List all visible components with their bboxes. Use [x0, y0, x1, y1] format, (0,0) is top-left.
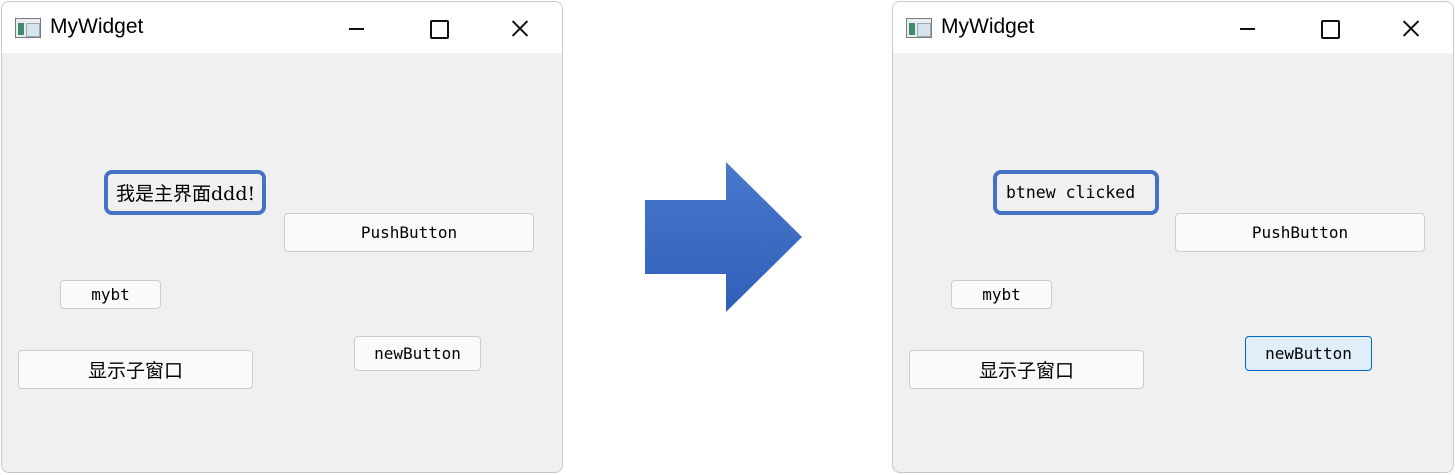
- push-button[interactable]: PushButton: [284, 213, 534, 252]
- right-arrow-icon: [645, 162, 802, 312]
- mybt-button[interactable]: mybt: [951, 280, 1052, 309]
- before-window: MyWidget 我是主界面ddd! PushButton mybt newBu…: [1, 1, 563, 473]
- window-title: MyWidget: [50, 15, 144, 38]
- window-title: MyWidget: [941, 15, 1035, 38]
- new-button[interactable]: newButton: [354, 336, 481, 371]
- push-button[interactable]: PushButton: [1175, 213, 1425, 252]
- maximize-icon[interactable]: [396, 2, 476, 53]
- main-label-text: 我是主界面ddd!: [116, 183, 256, 205]
- minimize-icon[interactable]: [314, 2, 394, 53]
- maximize-icon[interactable]: [1287, 2, 1367, 53]
- app-icon: [906, 18, 932, 38]
- app-icon: [15, 18, 41, 38]
- main-label: 我是主界面ddd!: [104, 170, 266, 215]
- main-label-text: btnew clicked: [1006, 183, 1136, 202]
- new-button[interactable]: newButton: [1245, 336, 1372, 371]
- after-window: MyWidget btnew clicked PushButton mybt n…: [892, 1, 1454, 473]
- close-icon[interactable]: [1369, 2, 1449, 53]
- main-label: btnew clicked: [993, 170, 1159, 215]
- show-child-window-button[interactable]: 显示子窗口: [909, 350, 1144, 389]
- show-child-window-button[interactable]: 显示子窗口: [18, 350, 253, 389]
- after-titlebar: MyWidget: [893, 2, 1453, 53]
- mybt-button[interactable]: mybt: [60, 280, 161, 309]
- before-titlebar: MyWidget: [2, 2, 562, 53]
- minimize-icon[interactable]: [1205, 2, 1285, 53]
- close-icon[interactable]: [478, 2, 558, 53]
